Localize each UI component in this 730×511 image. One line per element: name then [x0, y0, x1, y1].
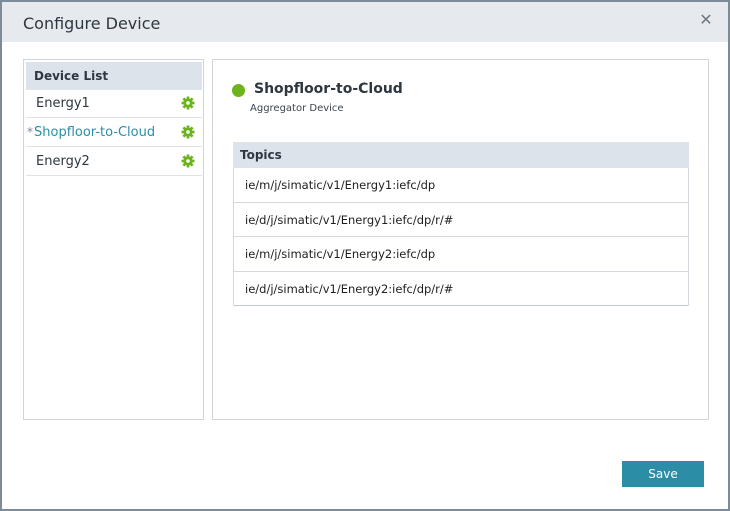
- gear-icon[interactable]: [181, 154, 195, 168]
- device-list-header: Device List: [26, 62, 202, 90]
- device-list-panel: Device List Energy1 *Shopfloor-to-Cloud …: [23, 59, 204, 420]
- device-item-shopfloor-to-cloud[interactable]: *Shopfloor-to-Cloud: [26, 119, 202, 147]
- topic-row[interactable]: ie/m/j/simatic/v1/Energy1:iefc/dp: [234, 168, 688, 203]
- topic-row[interactable]: ie/d/j/simatic/v1/Energy1:iefc/dp/r/#: [234, 203, 688, 237]
- device-item-label: Energy2: [36, 154, 90, 169]
- gear-icon[interactable]: [181, 96, 195, 110]
- configure-device-dialog: Configure Device ✕ Device List Energy1 *…: [0, 0, 730, 511]
- device-name: Shopfloor-to-Cloud: [254, 81, 403, 97]
- selected-marker: *: [27, 125, 33, 139]
- device-item-label: Shopfloor-to-Cloud: [34, 125, 156, 140]
- dialog-header: Configure Device ✕: [2, 2, 728, 42]
- device-item-energy2[interactable]: Energy2: [26, 148, 202, 176]
- gear-icon[interactable]: [181, 125, 195, 139]
- topic-row[interactable]: ie/d/j/simatic/v1/Energy2:iefc/dp/r/#: [234, 272, 688, 306]
- topic-row[interactable]: ie/m/j/simatic/v1/Energy2:iefc/dp: [234, 237, 688, 272]
- device-item-label: Energy1: [36, 96, 90, 111]
- device-detail-panel: Shopfloor-to-Cloud Aggregator Device Top…: [212, 59, 709, 420]
- topics-list: ie/m/j/simatic/v1/Energy1:iefc/dp ie/d/j…: [233, 168, 689, 306]
- status-indicator: [232, 84, 245, 97]
- save-button[interactable]: Save: [622, 461, 704, 487]
- device-item-energy1[interactable]: Energy1: [26, 90, 202, 118]
- device-type: Aggregator Device: [250, 103, 344, 114]
- dialog-title: Configure Device: [23, 14, 161, 33]
- close-icon[interactable]: ✕: [698, 12, 714, 28]
- topics-header: Topics: [233, 142, 689, 168]
